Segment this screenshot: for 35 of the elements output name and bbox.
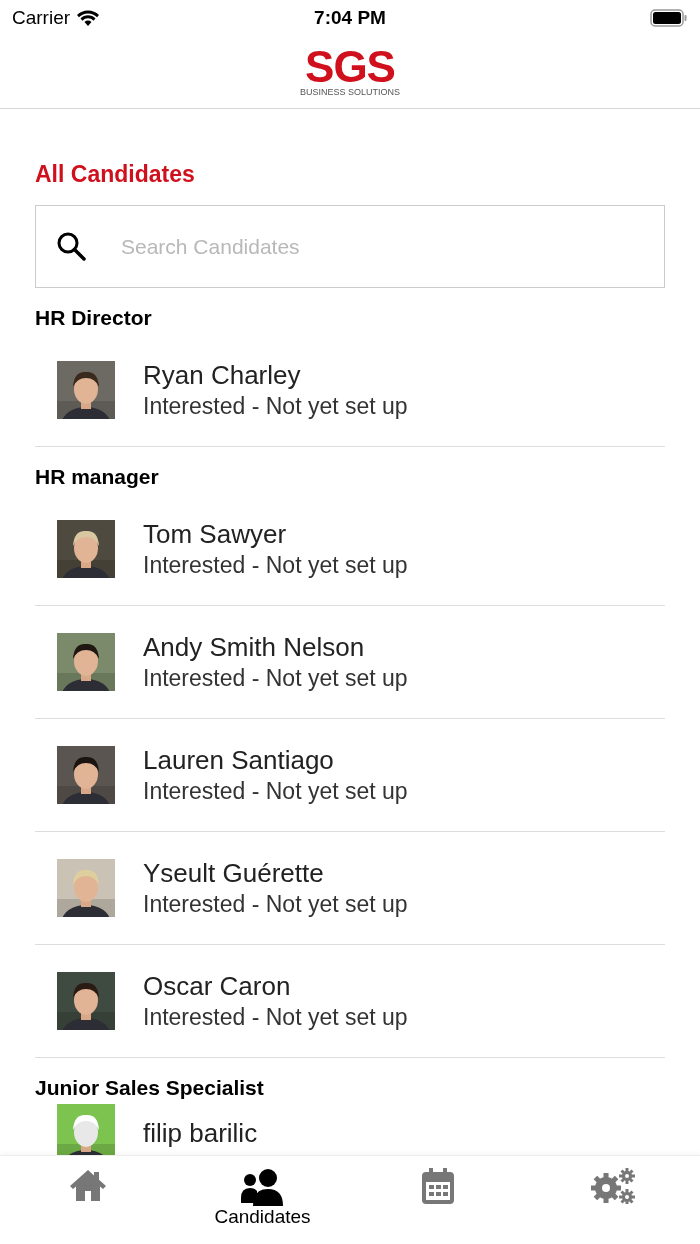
section-header: Junior Sales Specialist [35,1075,264,1101]
logo-subtitle: BUSINESS SOLUTIONS [300,87,400,97]
search-field[interactable]: Search Candidates [35,205,665,288]
candidate-row[interactable]: Ryan Charley Interested - Not yet set up [35,334,665,447]
candidate-status: Interested - Not yet set up [143,392,408,421]
candidate-name: Andy Smith Nelson [143,631,366,663]
battery-icon [650,9,688,27]
wifi-icon [76,9,101,27]
tab-item[interactable]: Candidates [175,1156,350,1244]
candidate-name: Tom Sawyer [143,518,288,550]
status-time: 7:04 PM [314,7,386,29]
candidate-status: Interested - Not yet set up [143,551,408,580]
candidate-name: Ryan Charley [143,359,302,391]
settings-icon [590,1168,635,1204]
candidate-row[interactable]: Oscar Caron Interested - Not yet set up [35,945,665,1058]
candidate-status: Interested - Not yet set up [143,777,408,806]
candidate-status: Interested - Not yet set up [143,1003,408,1032]
candidate-name: Lauren Santiago [143,744,335,776]
candidate-row[interactable]: Andy Smith Nelson Interested - Not yet set up [35,606,665,719]
page-title: All Candidates [35,161,196,188]
candidate-row[interactable]: Lauren Santiago Interested - Not yet set up [35,719,665,832]
candidate-row[interactable]: Tom Sawyer Interested - Not yet set up [35,493,665,606]
people-icon [240,1168,285,1206]
candidate-name: filip barilic [143,1117,258,1149]
carrier-label: Carrier [12,7,71,29]
candidate-status: Interested - Not yet set up [143,890,408,919]
candidate-status: Interested - Not yet set up [143,664,408,693]
search-icon [55,230,87,262]
candidate-name: Oscar Caron [143,970,292,1002]
logo-text: SGS [305,47,395,87]
candidate-row[interactable]: Yseult Guérette Interested - Not yet set up [35,832,665,945]
calendar-icon [421,1168,454,1204]
candidate-name: Yseult Guérette [143,857,325,889]
section-header: HR manager [35,464,159,490]
section-header: HR Director [35,305,152,331]
